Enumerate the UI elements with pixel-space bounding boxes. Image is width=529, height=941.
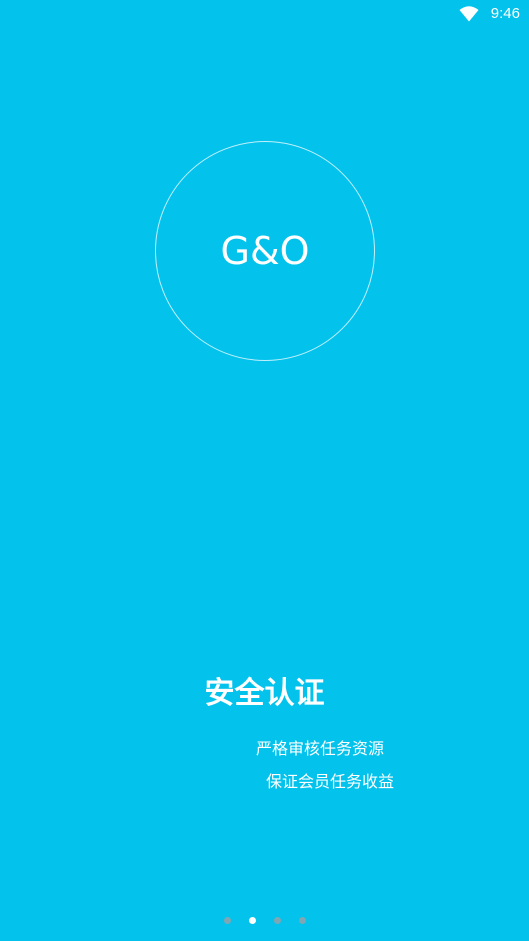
page-dot[interactable] xyxy=(249,917,256,924)
onboarding-title: 安全认证 xyxy=(204,676,325,711)
wifi-icon xyxy=(459,6,479,22)
onboarding-subtitle-line-1: 严格审核任务资源 xyxy=(256,739,385,758)
page-dot[interactable] xyxy=(299,917,306,924)
status-time: 9:46 xyxy=(490,5,520,22)
status-bar: 9:46 xyxy=(0,0,529,28)
logo-text: G&O xyxy=(220,229,310,273)
page-indicator xyxy=(224,917,306,924)
page-dot[interactable] xyxy=(274,917,281,924)
page-dot[interactable] xyxy=(224,917,231,924)
onboarding-subtitle-line-2: 保证会员任务收益 xyxy=(266,772,395,791)
logo-circle: G&O xyxy=(155,141,375,361)
